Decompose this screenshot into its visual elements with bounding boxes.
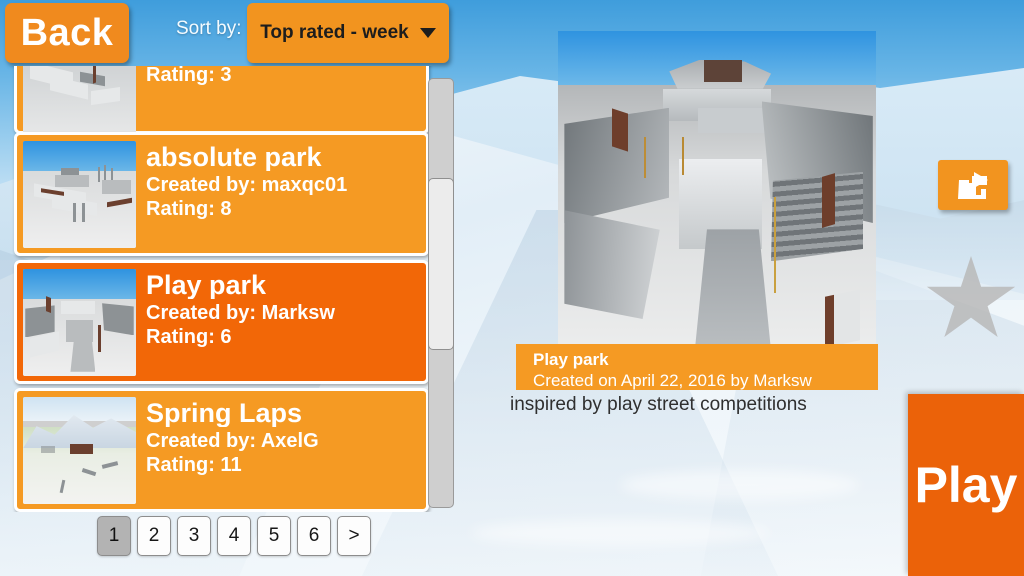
- page-button-6[interactable]: 6: [297, 516, 331, 556]
- sort-by-value: Top rated - week: [260, 22, 409, 43]
- share-button[interactable]: [938, 160, 1008, 210]
- page-button-3[interactable]: 3: [177, 516, 211, 556]
- chevron-down-icon: [419, 28, 436, 38]
- detail-info-bar: Play park Created on April 22, 2016 by M…: [516, 344, 878, 390]
- page-button-1[interactable]: 1: [97, 516, 131, 556]
- list-item-author: Created by: AxelG: [146, 430, 319, 453]
- list-item-rating: Rating: 8: [146, 197, 232, 220]
- list-item-rating: Rating: 6: [146, 325, 232, 348]
- list-item-title: absolute park: [146, 143, 322, 172]
- list-scrollbar-thumb[interactable]: [428, 178, 454, 350]
- mountain-thumbnail: [23, 397, 136, 504]
- park-thumbnail: [23, 141, 136, 248]
- page-button-5[interactable]: 5: [257, 516, 291, 556]
- list-item[interactable]: absolute park Created by: maxqc01 Rating…: [14, 132, 429, 256]
- list-item[interactable]: Spring Laps Created by: AxelG Rating: 11: [14, 388, 429, 512]
- page-button-4[interactable]: 4: [217, 516, 251, 556]
- list-item-author: Created by: maxqc01: [146, 174, 348, 197]
- snow-patch: [620, 470, 860, 500]
- sort-by-dropdown[interactable]: Top rated - week: [247, 3, 449, 63]
- list-item-rating: Rating: 11: [146, 453, 242, 476]
- park-thumbnail: [23, 66, 136, 142]
- list-item[interactable]: Play park Created by: Marksw Rating: 6: [14, 260, 429, 384]
- list-item-title: Play park: [146, 271, 267, 300]
- list-item-rating: Rating: 3: [146, 66, 232, 86]
- page-button-2[interactable]: 2: [137, 516, 171, 556]
- list-item-author: Created by: Marksw: [146, 302, 335, 325]
- detail-title: Play park: [533, 350, 609, 369]
- play-button[interactable]: Play: [908, 394, 1024, 576]
- snow-patch: [470, 520, 770, 546]
- detail-description: inspired by play street competitions: [510, 394, 807, 415]
- next-page-button[interactable]: >: [337, 516, 371, 556]
- list-item[interactable]: Created by: Sinly7 Rating: 3: [14, 66, 429, 142]
- sort-by-label: Sort by:: [176, 18, 242, 39]
- share-icon: [958, 172, 988, 199]
- back-button[interactable]: Back: [5, 3, 129, 63]
- park-list: Created by: Sinly7 Rating: 3 absolute pa…: [0, 66, 452, 512]
- pagination: 1 2 3 4 5 6 >: [97, 516, 371, 556]
- park-thumbnail: [23, 269, 136, 376]
- list-item-title: Spring Laps: [146, 399, 303, 428]
- detail-subtitle: Created on April 22, 2016 by Marksw: [533, 371, 812, 391]
- park-preview-image: [558, 31, 876, 351]
